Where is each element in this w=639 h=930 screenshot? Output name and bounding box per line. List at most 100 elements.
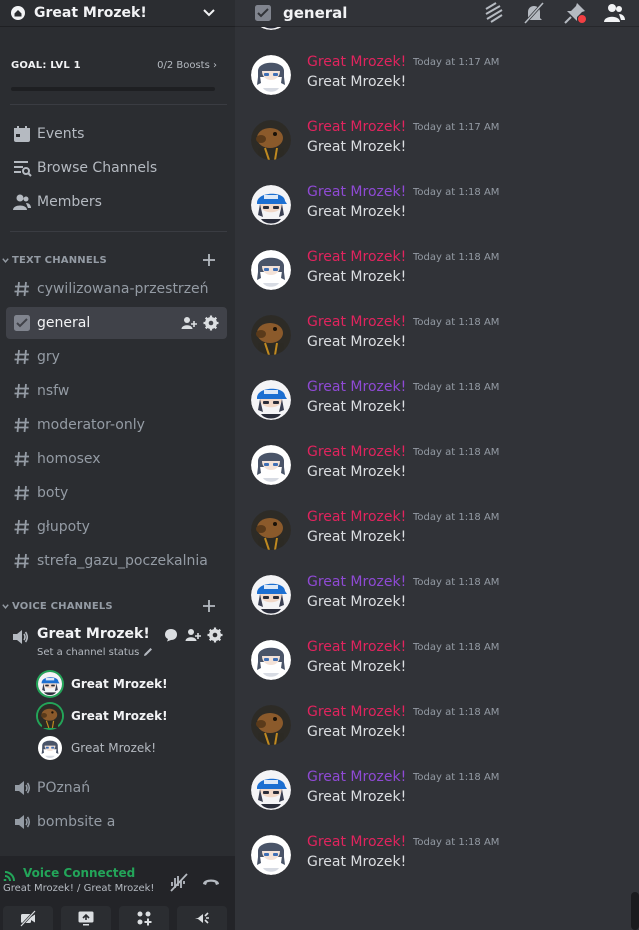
avatar[interactable] [251,120,291,160]
nav-browse-channels[interactable]: Browse Channels [0,153,235,183]
avatar[interactable] [251,315,291,355]
avatar[interactable] [251,380,291,420]
mute-bell-icon[interactable] [522,1,546,25]
message[interactable]: Great Mrozek! Today at 1:18 AM Great Mroze… [235,834,630,899]
hashtag-icon [14,281,29,297]
plus-icon[interactable] [202,253,216,267]
avatar[interactable] [251,445,291,485]
avatar[interactable] [251,770,291,810]
channel-text[interactable]: moderator-only [6,409,227,441]
message-author[interactable]: Great Mrozek! [307,444,406,460]
message-timestamp: Today at 1:18 AM [413,837,500,848]
set-channel-status[interactable]: Set a channel status [37,646,154,658]
message[interactable]: Great Mrozek! Today at 1:18 AM Great Mroze… [235,509,630,574]
message-author[interactable]: Great Mrozek! [307,704,406,720]
screen-share-button[interactable] [61,906,111,930]
message-author[interactable]: Great Mrozek! [307,509,406,525]
avatar[interactable] [251,705,291,745]
invite-user-icon[interactable] [185,627,201,643]
camera-off-button[interactable] [3,906,53,930]
message[interactable]: Great Mrozek! Today at 1:18 AM Great Mroze… [235,379,630,444]
message[interactable]: Great Mrozek! Today at 1:17 AM Great Mroze… [235,119,630,184]
avatar [38,736,62,760]
message-author[interactable]: Great Mrozek! [307,314,406,330]
server-name: Great Mrozek! [34,5,147,21]
category-label: VOICE CHANNELS [12,600,113,612]
chat-bubble-icon[interactable] [163,627,179,643]
voice-channel[interactable]: POznań [6,772,227,804]
channel-text[interactable]: głupoty [6,511,227,543]
voice-channel-active[interactable]: Great Mrozek! Set a channel status [6,624,227,664]
activities-button[interactable] [119,906,169,930]
avatar[interactable] [251,27,291,30]
message-timestamp: Today at 1:18 AM [413,772,500,783]
channel-text[interactable]: strefa_gazu_poczekalnia [6,545,227,577]
camera-off-icon [20,910,36,927]
voice-connected-status[interactable]: Voice Connected [23,866,135,880]
gear-icon[interactable] [207,627,223,643]
message[interactable]: Great Mrozek! Today at 1:18 AM Great Mroze… [235,444,630,509]
message-author[interactable]: Great Mrozek! [307,119,406,135]
channel-name: nsfw [37,383,70,399]
message[interactable]: Great Mrozek! Today at 1:18 AM Great Mroze… [235,639,630,704]
message[interactable]: Great Mrozek! Today at 1:18 AM Great Mroze… [235,314,630,379]
chevron-down-icon[interactable] [201,4,217,20]
noise-suppression-icon[interactable] [169,872,189,892]
scrollbar[interactable] [631,892,639,930]
soundboard-icon [195,912,209,924]
channel-text[interactable]: homosex [6,443,227,475]
pin-icon[interactable] [563,1,587,25]
message-timestamp: Today at 1:18 AM [413,512,500,523]
message[interactable]: Great Mrozek! Today at 1:18 AM Great Mroze… [235,704,630,769]
avatar[interactable] [251,250,291,290]
message-author[interactable]: Great Mrozek! [307,639,406,655]
avatar[interactable] [251,185,291,225]
channel-text[interactable]: cywilizowana-przestrzeń [6,273,227,305]
message-content: Great Mrozek! [307,269,407,285]
channel-name: bombsite a [37,814,116,830]
message[interactable]: Great Mrozek! Today at 1:17 AM Great Mroze… [235,54,630,119]
nav-members[interactable]: Members [0,187,235,217]
avatar[interactable] [251,510,291,550]
channel-text[interactable]: gry [6,341,227,373]
channel-text[interactable]: nsfw [6,375,227,407]
message-author[interactable]: Great Mrozek! [307,769,406,785]
message-author[interactable]: Great Mrozek! [307,574,406,590]
disconnect-icon[interactable] [201,874,221,890]
member-list-icon[interactable] [602,1,626,25]
avatar[interactable] [251,835,291,875]
message[interactable]: Great Mrozek! Today at 1:18 AM Great Mroze… [235,574,630,639]
message-author[interactable]: Great Mrozek! [307,184,406,200]
server-header[interactable]: Great Mrozek! [0,0,235,26]
avatar[interactable] [251,55,291,95]
avatar[interactable] [251,640,291,680]
plus-icon[interactable] [202,599,216,613]
text-channels-category[interactable]: TEXT CHANNELS [0,252,235,268]
message-author[interactable]: Great Mrozek! [307,834,406,850]
voice-channel[interactable]: bombsite a [6,806,227,838]
message[interactable]: Great Mrozek! Today at 1:18 AM Great Mroze… [235,184,630,249]
voice-user[interactable]: Great Mrozek! [38,670,227,698]
voice-channel-path[interactable]: Great Mrozek! / Great Mrozek! [3,883,155,894]
channel-text[interactable]: boty [6,477,227,509]
message[interactable]: Great Mrozek! Today at 1:18 AM Great Mroze… [235,769,630,834]
soundboard-button[interactable] [177,906,227,930]
voice-channels-category[interactable]: VOICE CHANNELS [0,598,235,614]
message-author[interactable]: Great Mrozek! [307,249,406,265]
message[interactable]: Great Mrozek! [235,27,630,54]
message-author[interactable]: Great Mrozek! [307,54,406,70]
voice-user[interactable]: Great Mrozek! [38,702,227,730]
channel-general-active[interactable]: general [6,307,227,339]
nav-events[interactable]: Events [0,119,235,149]
chevron-down-icon [2,257,9,263]
threads-icon[interactable] [482,1,506,25]
voice-user[interactable]: Great Mrozek! [38,734,227,762]
avatar[interactable] [251,575,291,615]
message-content: Great Mrozek! [307,659,407,675]
signal-icon [3,871,15,882]
gear-icon[interactable] [203,315,219,331]
nav-label: Browse Channels [37,160,158,176]
message[interactable]: Great Mrozek! Today at 1:18 AM Great Mroze… [235,249,630,314]
message-author[interactable]: Great Mrozek! [307,379,406,395]
invite-user-icon[interactable] [181,315,197,331]
